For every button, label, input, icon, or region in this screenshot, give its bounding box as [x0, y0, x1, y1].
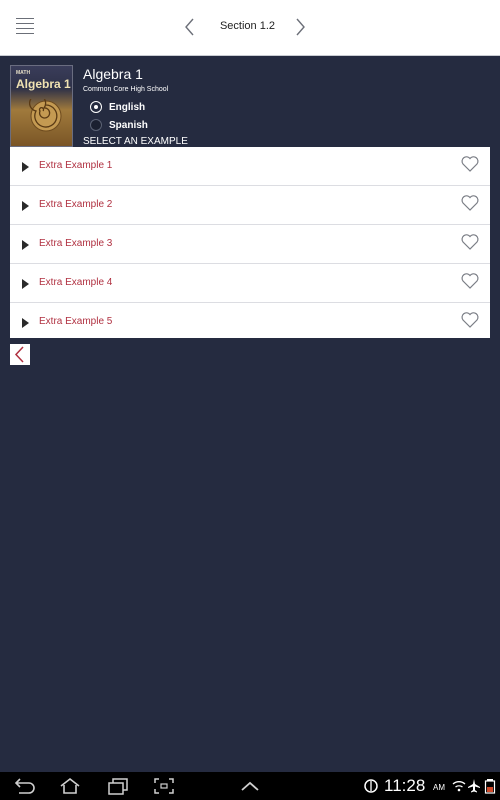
- select-example-label: SELECT AN EXAMPLE: [83, 136, 188, 147]
- clock-time: 11:28: [384, 776, 426, 795]
- book-subtitle: Common Core High School: [83, 86, 169, 93]
- language-label: Spanish: [109, 119, 148, 131]
- list-item-example-3[interactable]: Extra Example 3: [10, 225, 490, 264]
- home-icon[interactable]: [58, 777, 82, 795]
- play-icon: [22, 201, 29, 211]
- book-title: Algebra 1: [83, 66, 143, 82]
- favorite-heart-icon[interactable]: [460, 311, 480, 329]
- list-item-example-5[interactable]: Extra Example 5: [10, 303, 490, 341]
- play-icon: [22, 318, 29, 328]
- language-option-english[interactable]: English: [90, 101, 145, 113]
- example-label: Extra Example 3: [39, 238, 113, 249]
- play-icon: [22, 162, 29, 172]
- example-label: Extra Example 4: [39, 277, 113, 288]
- favorite-heart-icon[interactable]: [460, 194, 480, 212]
- language-option-spanish[interactable]: Spanish: [90, 119, 148, 131]
- play-icon: [22, 240, 29, 250]
- favorite-heart-icon[interactable]: [460, 155, 480, 173]
- radio-button[interactable]: [90, 119, 102, 131]
- example-list: Extra Example 1 Extra Example 2 Extra Ex…: [10, 147, 490, 338]
- language-label: English: [109, 101, 146, 113]
- spiral-shell-icon: [29, 99, 62, 132]
- list-item-example-1[interactable]: Extra Example 1: [10, 147, 490, 186]
- cover-title: Algebra 1: [16, 77, 71, 91]
- chevron-left-icon[interactable]: [183, 17, 199, 37]
- battery-icon: [484, 779, 496, 794]
- play-icon: [22, 279, 29, 289]
- example-label: Extra Example 1: [39, 160, 113, 171]
- recent-apps-icon[interactable]: [106, 777, 130, 795]
- list-item-example-2[interactable]: Extra Example 2: [10, 186, 490, 225]
- chevron-right-icon[interactable]: [293, 17, 309, 37]
- back-icon[interactable]: [12, 777, 36, 795]
- chevron-left-icon: [14, 346, 24, 363]
- hamburger-menu-icon[interactable]: [16, 18, 34, 34]
- clock-ampm: AM: [433, 783, 445, 792]
- top-header: Section 1.2: [0, 0, 500, 56]
- example-label: Extra Example 2: [39, 199, 113, 210]
- back-button[interactable]: [10, 344, 30, 365]
- example-label: Extra Example 5: [39, 316, 113, 327]
- wifi-icon: [452, 781, 466, 792]
- radio-button-selected[interactable]: [90, 101, 102, 113]
- screenshot-icon[interactable]: [152, 777, 176, 795]
- chevron-up-icon[interactable]: [238, 777, 262, 795]
- airplane-icon: [468, 779, 480, 793]
- section-title: Section 1.2: [219, 20, 276, 32]
- cover-brand: MATH: [16, 70, 31, 76]
- favorite-heart-icon[interactable]: [460, 233, 480, 251]
- favorite-heart-icon[interactable]: [460, 272, 480, 290]
- system-navigation-bar: 11:28 AM: [0, 772, 500, 800]
- book-cover-image: MATH Algebra 1: [10, 65, 73, 147]
- usb-debug-icon: [364, 779, 378, 793]
- list-item-example-4[interactable]: Extra Example 4: [10, 264, 490, 303]
